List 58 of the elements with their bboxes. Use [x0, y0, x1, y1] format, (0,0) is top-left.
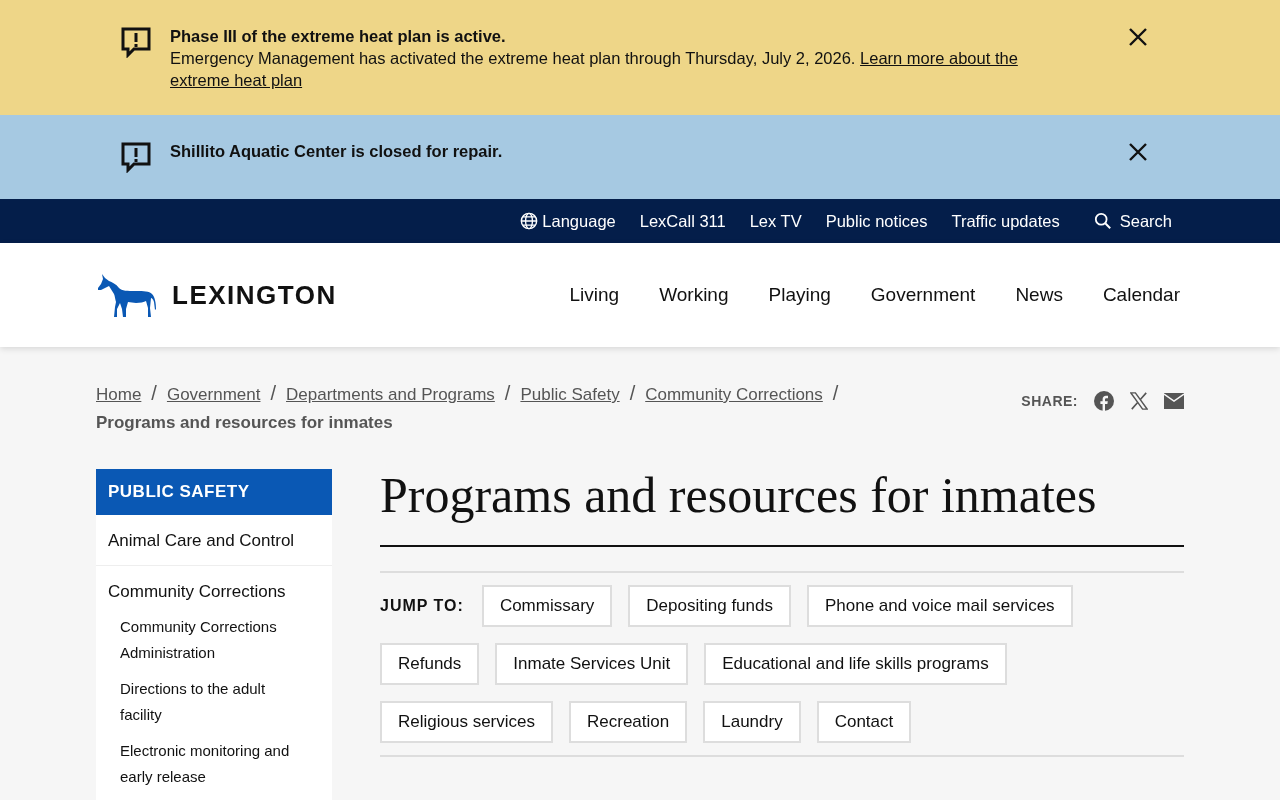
breadcrumb-link[interactable]: Public Safety: [520, 383, 620, 407]
email-icon[interactable]: [1164, 393, 1184, 409]
search-link[interactable]: Search: [1093, 211, 1172, 231]
jump-link-button[interactable]: Refunds: [380, 643, 480, 685]
sidebar-sublink[interactable]: Electronic monitoring and early release: [108, 738, 320, 790]
jump-link-button[interactable]: Educational and life skills programs: [704, 643, 1007, 685]
breadcrumb-link[interactable]: Departments and Programs: [286, 383, 495, 407]
main-nav-link[interactable]: News: [1015, 284, 1063, 306]
main-nav-link[interactable]: Working: [659, 284, 729, 306]
sidebar-sublink[interactable]: Community Corrections Administration: [108, 614, 320, 666]
utility-link[interactable]: Traffic updates: [951, 211, 1060, 231]
close-icon: [1128, 27, 1148, 47]
x-icon[interactable]: [1130, 392, 1148, 410]
jump-link-button[interactable]: Contact: [816, 701, 912, 743]
breadcrumb-separator: /: [832, 381, 839, 405]
breadcrumb-separator: /: [151, 381, 157, 405]
jump-to-label: JUMP TO:: [380, 597, 464, 615]
main-nav-link[interactable]: Playing: [768, 284, 831, 306]
jump-link-button[interactable]: Religious services: [380, 701, 553, 743]
sidebar-link[interactable]: Community Corrections: [108, 580, 320, 604]
breadcrumb-link[interactable]: Government: [166, 383, 261, 407]
search-icon: [1093, 212, 1112, 230]
alert-title: Shillito Aquatic Center is closed for repair.: [170, 141, 504, 162]
jump-link-button[interactable]: Laundry: [703, 701, 801, 743]
logo-link[interactable]: LEXINGTON: [96, 271, 337, 319]
close-icon: [1128, 142, 1148, 162]
utility-link[interactable]: Public notices: [825, 211, 928, 231]
share-label: SHARE:: [1021, 393, 1078, 409]
alert-icon: [120, 26, 152, 58]
breadcrumb-separator: /: [270, 381, 277, 405]
jump-link-button[interactable]: Inmate Services Unit: [495, 643, 689, 685]
globe-icon: [520, 212, 539, 230]
breadcrumb-separator: /: [629, 381, 636, 405]
jump-link-button[interactable]: Depositing funds: [628, 585, 791, 627]
main-nav-link[interactable]: Living: [569, 284, 620, 306]
breadcrumb-link[interactable]: Home: [96, 383, 142, 407]
alert-link[interactable]: Learn more about the: [860, 49, 1018, 67]
breadcrumb-separator: /: [504, 381, 511, 405]
utility-link[interactable]: LexCall 311: [639, 211, 726, 231]
facebook-icon[interactable]: [1094, 391, 1114, 411]
alert-title: Phase III of the extreme heat plan is active.: [170, 26, 507, 47]
alert-icon: [120, 141, 152, 173]
jump-link-button[interactable]: Commissary: [481, 585, 613, 627]
logo-text: LEXINGTON: [172, 279, 337, 311]
language-link[interactable]: Language: [520, 211, 616, 231]
main-nav-link[interactable]: Calendar: [1102, 284, 1180, 306]
breadcrumb-link[interactable]: Community Corrections: [645, 383, 823, 407]
utility-link[interactable]: Lex TV: [749, 211, 802, 231]
sidebar-heading: PUBLIC SAFETY: [96, 469, 332, 515]
jump-link-button[interactable]: Recreation: [569, 701, 688, 743]
jump-link-button[interactable]: Phone and voice mail services: [806, 585, 1073, 627]
main-nav-link[interactable]: Government: [870, 284, 976, 306]
page-title: Programs and resources for inmates: [380, 463, 1184, 547]
alert-link[interactable]: extreme heat plan: [170, 71, 303, 89]
alert-message: Emergency Management has activated the extreme heat plan through Thursday, July 2, 2026. Learn more about the extreme heat plan: [170, 48, 1019, 91]
sidebar-link[interactable]: Animal Care and Control: [108, 529, 320, 553]
breadcrumb-current: Programs and resources for inmates: [96, 412, 394, 434]
sidebar-sublink[interactable]: Directions to the adult facility: [108, 676, 320, 728]
